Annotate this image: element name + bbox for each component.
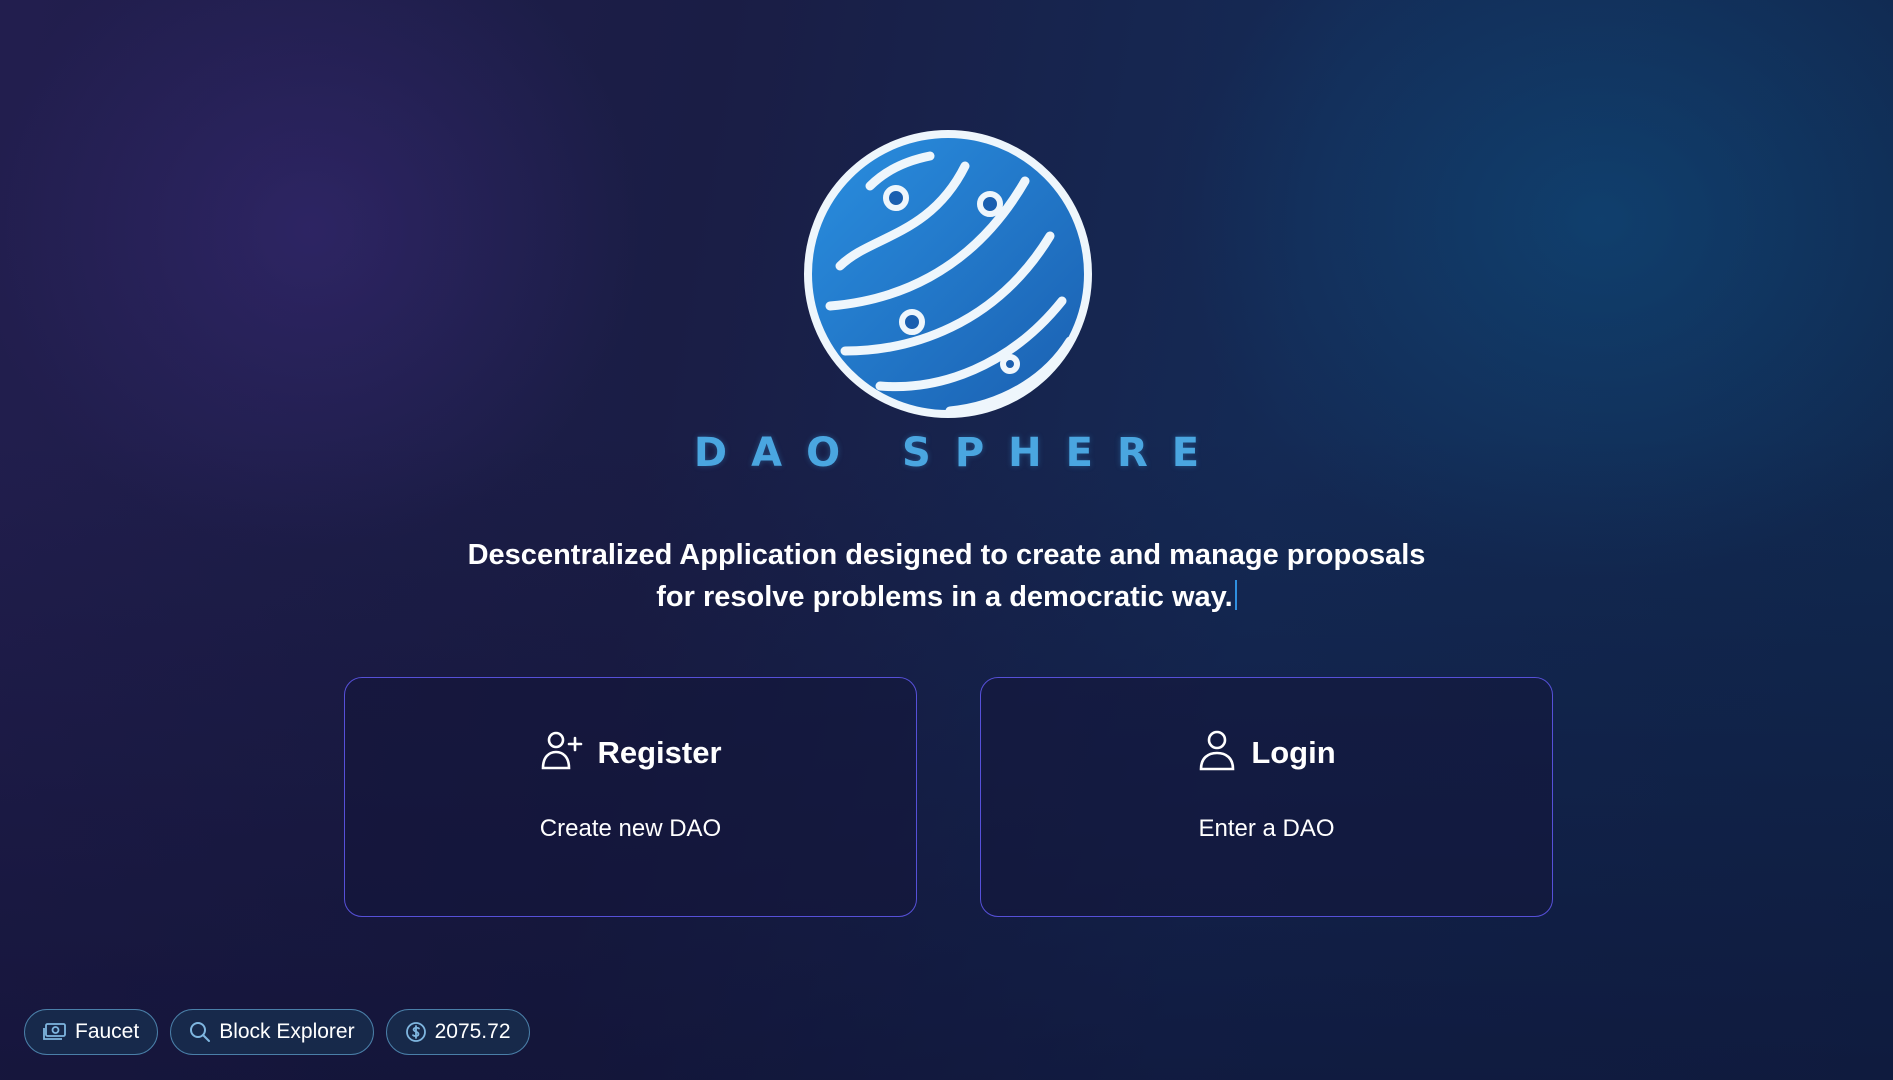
register-card-header: Register xyxy=(345,728,916,777)
register-card[interactable]: Register Create new DAO xyxy=(344,677,917,917)
money-bill-icon xyxy=(43,1022,67,1042)
block-explorer-label: Block Explorer xyxy=(219,1020,355,1043)
tagline-line-2-text: for resolve problems in a democratic way… xyxy=(656,581,1233,613)
faucet-button[interactable]: Faucet xyxy=(24,1009,159,1055)
tagline-line-1: Descentralized Application designed to c… xyxy=(467,539,1426,571)
tagline: Descentralized Application designed to c… xyxy=(0,534,1893,618)
block-explorer-button[interactable]: Block Explorer xyxy=(170,1009,374,1055)
dollar-coin-icon xyxy=(405,1021,427,1043)
faucet-label: Faucet xyxy=(75,1020,140,1043)
balance-label: 2075.72 xyxy=(434,1020,511,1043)
register-subtitle: Create new DAO xyxy=(539,815,722,842)
search-icon xyxy=(189,1021,211,1043)
brand-name: DAO SPHERE xyxy=(693,430,1224,476)
balance-button[interactable]: 2075.72 xyxy=(385,1009,530,1055)
login-card-header: Login xyxy=(981,728,1552,777)
globe-circuit-logo xyxy=(800,126,1096,422)
footer-links: Faucet Block Explorer 2075.72 xyxy=(24,1009,530,1055)
register-title: Register xyxy=(597,734,722,770)
user-plus-icon xyxy=(539,728,583,777)
tagline-line-2: for resolve problems in a democratic way… xyxy=(0,576,1893,618)
login-card[interactable]: Login Enter a DAO xyxy=(980,677,1553,917)
login-subtitle: Enter a DAO xyxy=(1198,815,1335,842)
user-icon xyxy=(1197,728,1237,777)
text-caret xyxy=(1234,580,1237,610)
login-title: Login xyxy=(1251,734,1336,770)
